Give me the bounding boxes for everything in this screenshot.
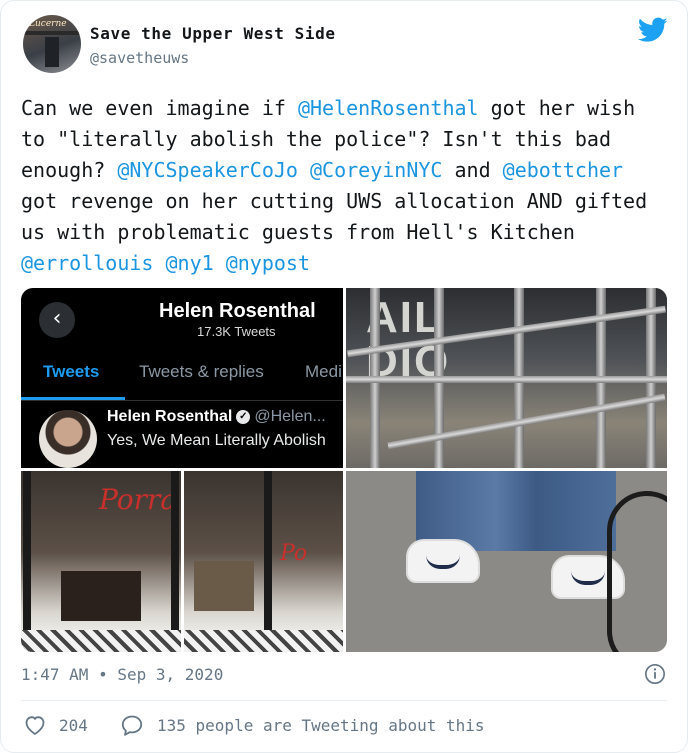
door-frame (264, 471, 272, 652)
tweet-date: Sep 3, 2020 (117, 665, 224, 684)
author-avatar[interactable]: Lucerne (23, 15, 81, 73)
profile-tab-replies: Tweets & replies (139, 362, 264, 381)
tweet-text-fragment (298, 158, 310, 182)
mention-link[interactable]: @HelenRosenthal (298, 96, 479, 120)
media-storefront-photo-2[interactable]: Po (184, 471, 343, 652)
author-display-name[interactable]: Save the Upper West Side (90, 24, 336, 43)
profile-mini-text: Yes, We Mean Literally Abolish (107, 432, 326, 449)
footer-divider (21, 700, 667, 701)
mention-link[interactable]: @ebottcher (503, 158, 623, 182)
tweet-time: 1:47 AM (21, 665, 89, 684)
tweet-card: Lucerne Save the Upper West Side @saveth… (0, 0, 688, 753)
media-scaffolding-photo[interactable]: AIL DIO (346, 288, 667, 468)
scaffold-bar (346, 376, 667, 383)
twitter-bird-icon[interactable] (638, 17, 668, 43)
avatar-awning (23, 31, 81, 35)
tweet-text: Can we even imagine if @HelenRosenthal g… (21, 93, 671, 279)
profile-tab-tweets: Tweets (43, 362, 100, 381)
back-arrow-icon: ‹ (39, 302, 75, 338)
mention-link[interactable]: @nypost (226, 251, 310, 275)
like-count[interactable]: 204 (59, 716, 88, 735)
tweet-text-fragment (214, 251, 226, 275)
door-frame (171, 471, 179, 652)
swoosh-mark (426, 555, 460, 569)
media-storefront-photo-1[interactable]: Porra (21, 471, 181, 652)
mention-link[interactable]: @CoreyinNYC (310, 158, 442, 182)
store-counter (61, 571, 141, 621)
avatar-sign-text: Lucerne (29, 19, 67, 29)
profile-tweet-count: 17.3K Tweets (197, 324, 276, 339)
info-icon[interactable] (644, 663, 666, 685)
tile-floor (21, 630, 181, 652)
profile-mini-avatar (39, 410, 97, 468)
author-handle[interactable]: @savetheuws (90, 49, 189, 67)
store-script-text: Porra (99, 483, 178, 516)
door-frame (23, 471, 31, 652)
swoosh-mark (571, 571, 605, 585)
tweet-text-fragment: got revenge on her cutting UWS allocatio… (21, 189, 648, 244)
tweeting-about-link[interactable]: 135 people are Tweeting about this (157, 716, 485, 735)
profile-mini-handle: @Helen... (254, 408, 326, 425)
tile-floor (184, 630, 343, 652)
verified-check-icon: ✓ (236, 409, 251, 424)
profile-mini-name-row: Helen Rosenthal ✓ @Helen... (107, 408, 326, 426)
reply-bubble-icon[interactable] (120, 714, 144, 736)
sneaker (406, 539, 480, 583)
tweet-text-fragment (153, 251, 165, 275)
tweet-timestamp[interactable]: 1:47 AM • Sep 3, 2020 (21, 665, 223, 684)
avatar-door (45, 37, 59, 67)
tweet-text-fragment: and (442, 158, 503, 182)
heart-icon[interactable] (23, 714, 47, 736)
store-script-text: Po (280, 541, 308, 566)
profile-tab-underline (21, 397, 125, 400)
media-profile-screenshot[interactable]: ‹ Helen Rosenthal 17.3K Tweets Tweets Tw… (21, 288, 343, 468)
tweet-text-fragment: Can we even imagine if (21, 96, 298, 120)
profile-tab-media: Medi (305, 362, 342, 381)
mention-link[interactable]: @NYCSpeakerCoJo (117, 158, 298, 182)
profile-tabs: Tweets Tweets & replies Medi (21, 348, 343, 401)
timestamp-separator: • (98, 665, 108, 684)
mention-link[interactable]: @errollouis (21, 251, 153, 275)
media-sidewalk-photo[interactable] (346, 471, 667, 652)
store-shelf (194, 561, 254, 611)
media-grid[interactable]: ‹ Helen Rosenthal 17.3K Tweets Tweets Tw… (21, 288, 667, 652)
profile-mini-name: Helen Rosenthal (107, 408, 233, 425)
bicycle-wheel (607, 491, 667, 652)
profile-name: Helen Rosenthal (159, 300, 316, 322)
mention-link[interactable]: @ny1 (166, 251, 214, 275)
